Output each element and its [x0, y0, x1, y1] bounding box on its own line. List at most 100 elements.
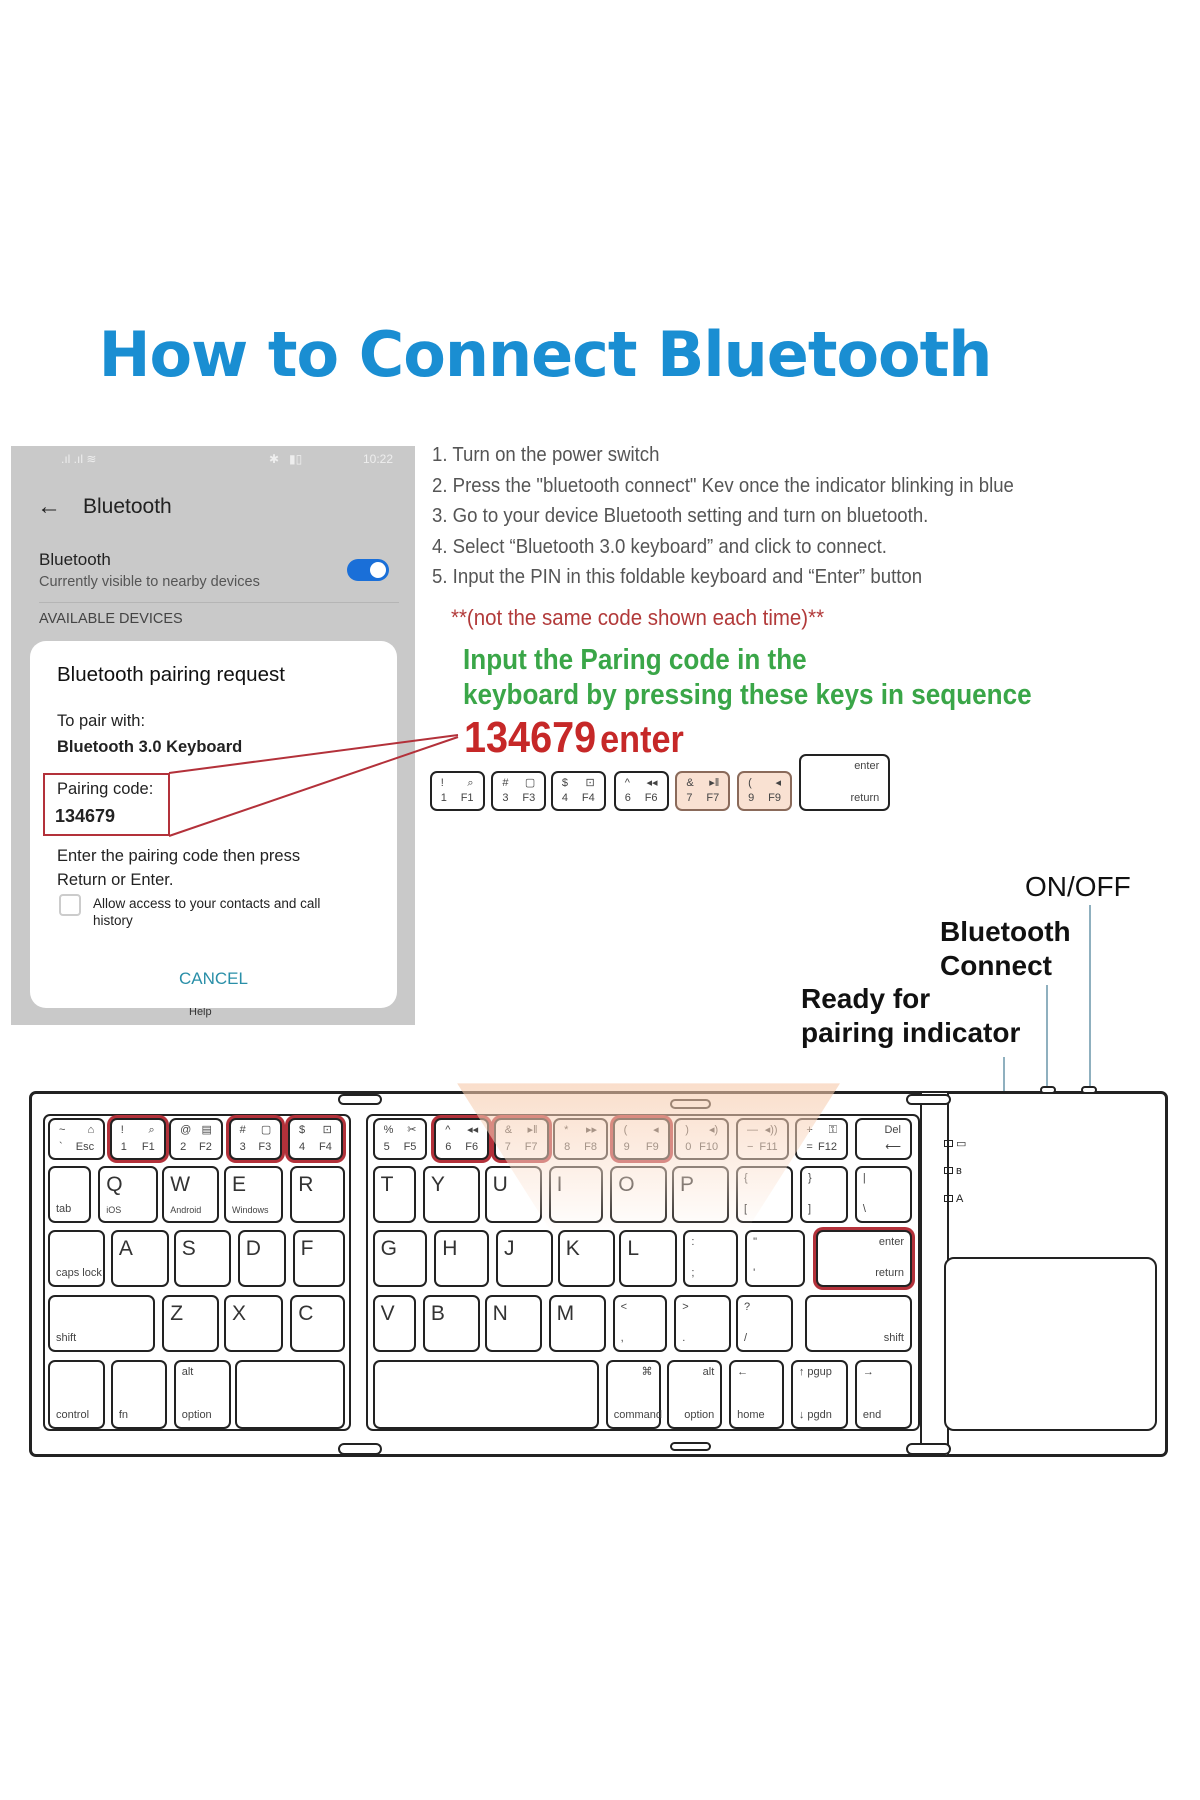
key-s[interactable]: S — [173, 1229, 231, 1287]
key-b[interactable]: B — [422, 1294, 480, 1352]
key-label-bl: 0 — [685, 1140, 692, 1153]
key-r[interactable]: R — [290, 1165, 346, 1223]
key-symbol[interactable]: + ⚿ = F12 — [795, 1117, 848, 1160]
key-label-bl: 8 — [564, 1140, 571, 1153]
key-v[interactable]: V — [372, 1294, 416, 1352]
key-symbol[interactable]: @ ▤ 2 F2 — [169, 1117, 223, 1160]
bt-label-line-2: Connect — [940, 950, 1052, 981]
key-g[interactable]: G — [372, 1229, 428, 1287]
key-j[interactable]: J — [496, 1229, 554, 1287]
key-return[interactable]: enter return — [816, 1229, 912, 1287]
key-symbol[interactable]: ^ ◂◂ 6 F6 — [434, 1117, 490, 1160]
slot-top — [669, 1099, 711, 1109]
key-y[interactable]: Y — [422, 1165, 480, 1223]
indicator-led-1: ʙ — [944, 1161, 983, 1177]
key-i[interactable]: I — [548, 1165, 604, 1223]
key-symbol[interactable]: % ✂ 5 F5 — [372, 1117, 428, 1160]
key-l[interactable]: L — [619, 1229, 677, 1287]
key-label-br: return — [875, 1266, 904, 1279]
key-option[interactable]: alt option — [667, 1360, 723, 1429]
key-symbol[interactable]: (◂ 9 F9 — [612, 1117, 670, 1160]
key-symbol[interactable]: # ▢ 3 F3 — [228, 1117, 283, 1160]
key-label-bl: 1 — [120, 1140, 127, 1153]
key-z[interactable]: Z — [162, 1294, 220, 1352]
key-label-tl: ! — [120, 1123, 124, 1136]
key-symbol[interactable]: → end — [854, 1360, 912, 1429]
pin-key-6: ^ ◂◂ 6 F6 — [613, 771, 669, 812]
key-symbol[interactable]: $ ⊡ 4 F4 — [288, 1117, 343, 1160]
key-h[interactable]: H — [434, 1229, 490, 1287]
key-symbol[interactable]: * ▸▸ 8 F8 — [553, 1117, 608, 1160]
key-label-tr: ⊡ — [585, 777, 595, 790]
key-label-bl: end — [862, 1408, 882, 1421]
key-x[interactable]: X — [224, 1294, 284, 1352]
onoff-switch[interactable] — [1040, 1085, 1056, 1094]
key-command[interactable]: ⌘ command — [605, 1360, 662, 1429]
key-label-br: F9 — [768, 792, 781, 805]
key-label-tl: @ — [180, 1123, 192, 1136]
key-label-tl: P — [680, 1172, 695, 1196]
key-symbol[interactable]: ~ ⌂ ` Esc — [48, 1117, 106, 1160]
key-t[interactable]: T — [372, 1165, 416, 1223]
key-label-tl: V — [380, 1301, 395, 1325]
key-pgup[interactable]: ↑ pgup ↓ pgdn — [790, 1360, 848, 1429]
key-e[interactable]: E Windows — [224, 1165, 284, 1223]
key-k[interactable]: K — [557, 1229, 615, 1287]
key-symbol[interactable]: ? / — [736, 1294, 794, 1352]
key-f[interactable]: F — [292, 1229, 346, 1287]
key-symbol[interactable]: ) ◂) 0 F10 — [674, 1117, 730, 1160]
key-u[interactable]: U — [484, 1165, 542, 1223]
key-q[interactable]: QiOS — [98, 1165, 158, 1223]
key-m[interactable]: M — [548, 1294, 606, 1352]
key-label-bl: iOS — [106, 1204, 122, 1215]
hinge-clip-bottom — [338, 1443, 382, 1455]
key-symbol[interactable]: }] — [800, 1165, 848, 1223]
key-a[interactable]: A — [110, 1229, 170, 1287]
key-label-br: F4 — [581, 792, 595, 805]
key-shift[interactable]: shift — [804, 1294, 912, 1352]
key-blank[interactable] — [372, 1360, 599, 1429]
key-capslock[interactable]: caps lock — [48, 1229, 106, 1287]
key-label-tl: < — [620, 1300, 627, 1313]
key-label-tl: ( — [623, 1123, 628, 1136]
key-symbol[interactable]: :; — [683, 1229, 739, 1287]
key-p[interactable]: P — [672, 1165, 730, 1223]
key-label-tl: U — [492, 1172, 508, 1196]
touchpad[interactable] — [944, 1257, 1157, 1431]
bluetooth-connect-button[interactable] — [1081, 1085, 1098, 1094]
key-d[interactable]: D — [237, 1229, 286, 1287]
key-symbol[interactable]: <, — [612, 1294, 668, 1352]
key-label-br: F7 — [706, 792, 720, 805]
led-icon — [944, 1167, 953, 1175]
key-label-bl: option — [181, 1408, 212, 1421]
key-tab[interactable]: tab — [48, 1165, 92, 1223]
step-2: 2. Press the "bluetooth connect" Kev onc… — [432, 474, 1014, 497]
key-c[interactable]: C — [290, 1294, 346, 1352]
key-w[interactable]: W Android — [162, 1165, 220, 1223]
key-label-tl: Q — [106, 1172, 123, 1196]
key-label-bl: 7 — [504, 1140, 511, 1153]
key-blank[interactable] — [235, 1360, 346, 1429]
key-symbol[interactable]: ! ⌕ 1 F1 — [109, 1117, 166, 1160]
key-label-tl: } — [808, 1171, 812, 1184]
key-fn[interactable]: fn — [110, 1360, 167, 1429]
key-symbol[interactable]: " ' — [745, 1229, 805, 1287]
key-label-br: F3 — [522, 792, 536, 805]
key-label-tl: F — [300, 1236, 314, 1260]
key-label-tl: — — [747, 1123, 758, 1136]
key-alt[interactable]: alt option — [173, 1360, 231, 1429]
key-symbol[interactable]: {[ — [736, 1165, 794, 1223]
key-shift[interactable]: shift — [48, 1294, 156, 1352]
key-symbol[interactable]: Del ⟵ — [854, 1117, 912, 1160]
key-o[interactable]: O — [610, 1165, 668, 1223]
key-symbol[interactable]: — ◂)) − F11 — [736, 1117, 789, 1160]
key-label-tl: G — [380, 1236, 397, 1260]
key-label-tr: ⚿ — [828, 1123, 837, 1136]
key-symbol[interactable]: >. — [674, 1294, 732, 1352]
key-control[interactable]: control — [48, 1360, 106, 1429]
key-label-tr: ⌕ — [148, 1123, 155, 1136]
key-n[interactable]: N — [484, 1294, 542, 1352]
key-symbol[interactable]: & ▸‖ 7 F7 — [493, 1117, 549, 1160]
key-symbol[interactable]: | \ — [854, 1165, 912, 1223]
key-symbol[interactable]: ← home — [729, 1360, 784, 1429]
